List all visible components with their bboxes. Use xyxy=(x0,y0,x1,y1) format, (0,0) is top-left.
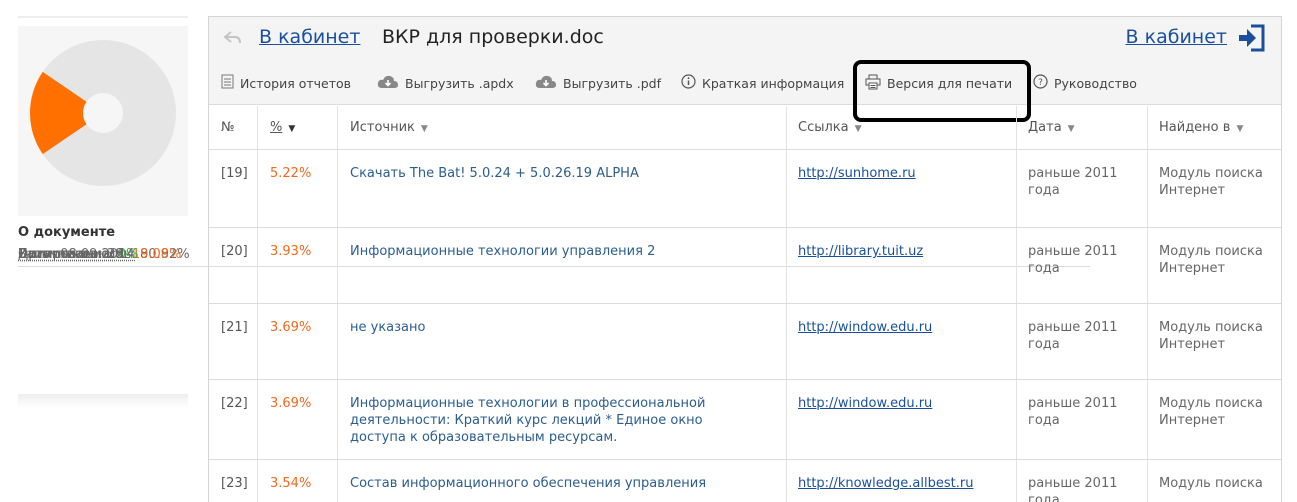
report-header: В кабинет ВКР для проверки.doc В кабинет xyxy=(209,17,1281,59)
document-sidebar: О документе Оригинальность: 80.92% Заимс… xyxy=(18,16,1090,502)
row-source[interactable]: не указано xyxy=(350,319,760,336)
svg-text:?: ? xyxy=(1038,78,1043,88)
row-date: раньше 2011 года xyxy=(1028,396,1118,428)
row-found-in: Модуль поиска Интернет xyxy=(1159,244,1263,276)
row-link[interactable]: http://knowledge.allbest.ru xyxy=(798,475,973,492)
row-found-in: Модуль поиска Интернет xyxy=(1159,166,1263,198)
row-source[interactable]: Состав информационного обеспечения управ… xyxy=(350,475,760,492)
row-percent: 3.69% xyxy=(270,320,312,335)
pie-chart-svg xyxy=(30,40,176,186)
row-link[interactable]: http://window.edu.ru xyxy=(798,395,932,412)
guide-button[interactable]: ? Руководство xyxy=(1033,73,1137,93)
row-number: [22] xyxy=(221,396,248,411)
row-found-in: Модуль поиска Интернет xyxy=(1159,396,1263,428)
back-arrow-icon[interactable] xyxy=(223,29,243,47)
history-reports-label: История отчетов xyxy=(240,75,352,91)
history-reports-button[interactable]: История отчетов xyxy=(221,73,351,93)
column-header-date-label: Дата xyxy=(1028,120,1062,135)
row-link[interactable]: http://sunhome.ru xyxy=(798,165,916,182)
cloud-download-icon xyxy=(377,74,399,92)
row-percent: 3.69% xyxy=(270,396,312,411)
sidebar-top-divider xyxy=(18,16,188,18)
table-row: [20] 3.93% Информационные технологии упр… xyxy=(209,228,1281,304)
column-header-source-label: Источник xyxy=(350,120,415,135)
brief-info-label: Краткая информация xyxy=(702,75,845,91)
row-percent: 3.54% xyxy=(270,476,312,491)
sidebar-bottom-divider xyxy=(18,394,188,408)
row-source[interactable]: Информационные технологии управления 2 xyxy=(350,243,760,260)
row-number: [23] xyxy=(221,476,248,491)
row-date: раньше 2011 года xyxy=(1028,244,1118,276)
report-toolbar: История отчетов Выгрузить .apdx Выгрузит… xyxy=(209,59,1281,122)
column-header-pct-label: % xyxy=(270,120,283,135)
document-icon xyxy=(221,74,234,92)
table-row: [21] 3.69% не указано http://window.edu.… xyxy=(209,304,1281,380)
sort-icon: ▼ xyxy=(420,124,428,134)
row-link[interactable]: http://window.edu.ru xyxy=(798,319,932,336)
report-panel: В кабинет ВКР для проверки.doc В кабинет… xyxy=(208,16,1282,502)
column-header-date[interactable]: Дата ▼ xyxy=(1028,120,1075,135)
back-to-cabinet-link[interactable]: В кабинет xyxy=(259,26,360,48)
guide-label: Руководство xyxy=(1054,75,1137,91)
export-apdx-label: Выгрузить .apdx xyxy=(405,75,514,91)
row-number: [20] xyxy=(221,244,248,259)
row-link[interactable]: http://library.tuit.uz xyxy=(798,243,923,260)
row-date: раньше 2011 года xyxy=(1028,476,1118,502)
sort-icon: ▼ xyxy=(854,124,862,134)
help-icon: ? xyxy=(1033,74,1048,92)
row-found-in: Модуль поиска Интернет xyxy=(1159,320,1263,352)
column-header-num[interactable]: № xyxy=(221,120,235,135)
row-source[interactable]: Скачать The Bat! 5.0.24 + 5.0.26.19 ALPH… xyxy=(350,165,760,182)
column-header-found[interactable]: Найдено в ▼ xyxy=(1159,120,1243,135)
cabinet-link-right[interactable]: В кабинет xyxy=(1126,26,1227,48)
cabinet-exit-icon[interactable] xyxy=(1237,23,1267,53)
column-header-found-label: Найдено в xyxy=(1159,120,1231,135)
brief-info-button[interactable]: Краткая информация xyxy=(681,73,844,93)
document-info-heading: О документе xyxy=(18,225,116,240)
table-row: [23] 3.54% Состав информационного обеспе… xyxy=(209,460,1281,502)
row-source[interactable]: Информационные технологии в профессионал… xyxy=(350,395,760,446)
table-row: [22] 3.69% Информационные технологии в п… xyxy=(209,380,1281,460)
column-header-source[interactable]: Источник ▼ xyxy=(350,120,428,135)
export-apdx-button[interactable]: Выгрузить .apdx xyxy=(377,73,514,93)
originality-pie-chart xyxy=(18,26,188,216)
sort-icon: ▼ xyxy=(1236,124,1244,134)
export-pdf-label: Выгрузить .pdf xyxy=(563,75,661,91)
document-title: ВКР для проверки.doc xyxy=(382,26,604,48)
info-icon xyxy=(681,74,696,92)
row-date: раньше 2011 года xyxy=(1028,320,1118,352)
row-percent: 3.93% xyxy=(270,244,312,259)
table-header: № % ▼ Источник ▼ Ссылка ▼ Дата ▼ Найдено в ▼ xyxy=(209,106,1281,150)
column-header-link[interactable]: Ссылка ▼ xyxy=(798,120,862,135)
row-number: [19] xyxy=(221,166,248,181)
document-info: О документе Оригинальность: 80.92% Заимс… xyxy=(18,222,1090,267)
row-number: [21] xyxy=(221,320,248,335)
pie-center-hole xyxy=(83,93,123,133)
row-date: раньше 2011 года xyxy=(1028,166,1118,198)
export-pdf-button[interactable]: Выгрузить .pdf xyxy=(535,73,661,93)
row-found-in: Модуль поиска xyxy=(1159,476,1263,491)
sort-desc-icon: ▼ xyxy=(288,124,296,134)
column-header-link-label: Ссылка xyxy=(798,120,849,135)
column-header-pct[interactable]: % ▼ xyxy=(270,120,295,135)
table-row: [19] 5.22% Скачать The Bat! 5.0.24 + 5.0… xyxy=(209,150,1281,228)
sort-icon: ▼ xyxy=(1067,124,1075,134)
cloud-download-icon xyxy=(535,74,557,92)
row-percent: 5.22% xyxy=(270,166,312,181)
